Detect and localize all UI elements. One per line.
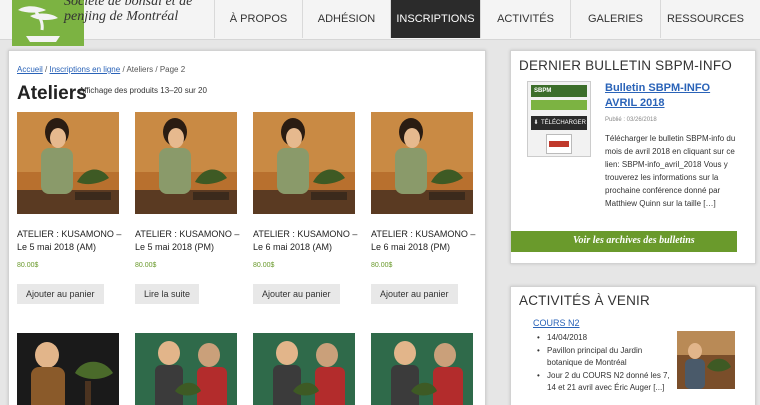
nav-item-activites[interactable]: ACTIVITÉS — [480, 0, 570, 38]
breadcrumb-separator: / — [45, 65, 48, 74]
pdf-file-band — [549, 141, 569, 147]
bulletin-thumb-stripe — [531, 100, 587, 110]
logo-line-1: Société de bonsaï et de — [64, 0, 193, 9]
event-thumbnail[interactable] — [677, 331, 735, 389]
add-to-cart-button[interactable]: Ajouter au panier — [371, 284, 458, 304]
event-date: 14/04/2018 — [537, 332, 671, 344]
download-badge: ⬇ TÉLÉCHARGER — [531, 116, 587, 130]
top-bar: Société de bonsaï et de penjing de Montr… — [0, 0, 760, 46]
nav-item-galeries[interactable]: GALERIES — [570, 0, 660, 38]
nav-item-a-propos[interactable]: À PROPOS — [214, 0, 302, 38]
workshop-photo-icon — [17, 112, 119, 214]
product-card: ATELIER : KUSAMONO – Le 6 mai 2018 (AM) … — [253, 112, 357, 304]
page-title: Ateliers — [17, 83, 87, 104]
breadcrumb-home-link[interactable]: Accueil — [17, 65, 43, 74]
workshop-photo-icon — [135, 112, 237, 214]
workshop-photo-icon — [371, 112, 473, 214]
event-course-link[interactable]: COURS N2 — [533, 318, 580, 328]
product-name[interactable]: ATELIER : KUSAMONO – Le 6 mai 2018 (PM) — [371, 228, 477, 254]
event-description: Jour 2 du COURS N2 donné les 7, 14 et 21… — [537, 370, 671, 394]
product-name[interactable]: ATELIER : KUSAMONO – Le 5 mai 2018 (AM) — [17, 228, 123, 254]
instructors-photo-icon — [135, 333, 237, 405]
event-location: Pavillon principal du Jardin botanique d… — [537, 345, 671, 369]
bulletin-widget: DERNIER BULLETIN SBPM-INFO SBPM ⬇ TÉLÉCHA… — [510, 50, 756, 264]
breadcrumb-separator: / — [122, 65, 125, 74]
events-widget: ACTIVITÉS À VENIR COURS N2 14/04/2018 Pa… — [510, 286, 756, 405]
download-icon: ⬇ — [533, 120, 539, 126]
read-more-button[interactable]: Lire la suite — [135, 284, 200, 304]
product-price: 80.00$ — [253, 262, 275, 269]
product-image[interactable] — [17, 112, 119, 214]
product-price: 80.00$ — [17, 262, 39, 269]
product-image[interactable] — [17, 333, 119, 405]
product-image[interactable] — [135, 333, 237, 405]
nav-item-inscriptions[interactable]: INSCRIPTIONS — [390, 0, 480, 38]
product-name[interactable]: ATELIER : KUSAMONO – Le 6 mai 2018 (AM) — [253, 228, 359, 254]
product-image[interactable] — [371, 333, 473, 405]
product-image[interactable] — [135, 112, 237, 214]
nav-item-adhesion[interactable]: ADHÉSION — [302, 0, 390, 38]
add-to-cart-button[interactable]: Ajouter au panier — [253, 284, 340, 304]
bulletin-date: Publié : 03/26/2018 — [605, 117, 657, 123]
product-image[interactable] — [371, 112, 473, 214]
breadcrumb: Accueil / Inscriptions en ligne / Atelie… — [17, 65, 185, 74]
product-name[interactable]: ATELIER : KUSAMONO – Le 5 mai 2018 (PM) — [135, 228, 241, 254]
breadcrumb-inscriptions-link[interactable]: Inscriptions en ligne — [50, 65, 121, 74]
instructors-photo-icon — [371, 333, 473, 405]
product-image[interactable] — [253, 112, 355, 214]
product-price: 80.00$ — [135, 262, 157, 269]
logo-line-2: penjing de Montréal — [64, 9, 179, 24]
workshop-photo-icon — [253, 112, 355, 214]
archive-banner[interactable]: Voir les archives des bulletins — [511, 231, 737, 252]
site-logo-text[interactable]: Société de bonsaï et de penjing de Montr… — [64, 0, 224, 24]
main-nav: À PROPOS ADHÉSION INSCRIPTIONS ACTIVITÉS… — [214, 0, 750, 38]
bulletin-title-link[interactable]: Bulletin SBPM-INFO AVRIL 2018 — [605, 81, 735, 111]
bulletin-thumbnail[interactable]: SBPM ⬇ TÉLÉCHARGER — [527, 81, 591, 157]
archive-link-text[interactable]: Voir les archives des bulletins — [573, 235, 695, 246]
nav-item-ressources[interactable]: RESSOURCES — [660, 0, 750, 38]
pdf-file-icon — [546, 134, 572, 154]
main-content: Accueil / Inscriptions en ligne / Atelie… — [8, 50, 486, 405]
speaker-photo-icon — [17, 333, 119, 405]
events-widget-title: ACTIVITÉS À VENIR — [519, 293, 650, 308]
bulletin-thumb-header: SBPM — [531, 85, 587, 97]
product-card: ATELIER : KUSAMONO – Le 6 mai 2018 (PM) … — [371, 112, 475, 304]
product-card: ATELIER : KUSAMONO – Le 5 mai 2018 (AM) … — [17, 112, 121, 304]
product-card: ATELIER : KUSAMONO – Le 5 mai 2018 (PM) … — [135, 112, 239, 304]
breadcrumb-current: Ateliers / Page 2 — [126, 65, 186, 74]
product-image[interactable] — [253, 333, 355, 405]
bulletin-excerpt: Télécharger le bulletin SBPM-info du moi… — [605, 134, 736, 208]
bulletin-widget-title: DERNIER BULLETIN SBPM-INFO — [519, 58, 732, 73]
product-price: 80.00$ — [371, 262, 393, 269]
add-to-cart-button[interactable]: Ajouter au panier — [17, 284, 104, 304]
result-count: Affichage des produits 13–20 sur 20 — [79, 86, 207, 95]
event-details-list: 14/04/2018 Pavillon principal du Jardin … — [537, 332, 671, 395]
instructors-photo-icon — [253, 333, 355, 405]
download-label: TÉLÉCHARGER — [541, 120, 587, 126]
event-photo-icon — [677, 331, 735, 389]
